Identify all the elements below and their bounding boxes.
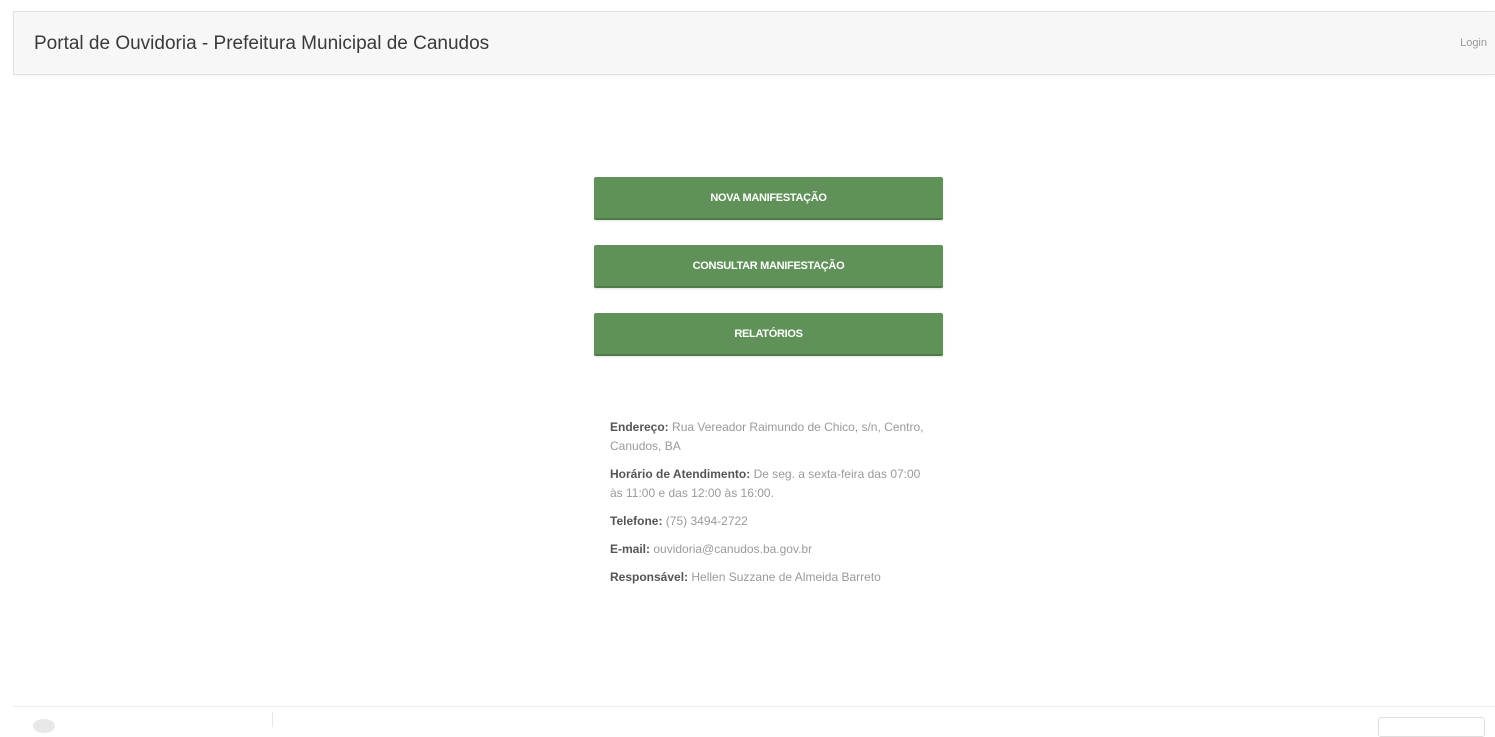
top-navbar: Portal de Ouvidoria - Prefeitura Municip… <box>13 11 1495 75</box>
responsavel-label: Responsável: <box>610 570 689 584</box>
login-link[interactable]: Login <box>1460 37 1487 49</box>
horario-line: Horário de Atendimento: De seg. a sexta-… <box>610 465 930 503</box>
footer-logo-icon <box>33 719 55 733</box>
endereco-label: Endereço: <box>610 420 669 434</box>
consultar-manifestacao-button[interactable]: CONSULTAR MANIFESTAÇÃO <box>594 245 943 288</box>
email-label: E-mail: <box>610 542 651 556</box>
telefone-label: Telefone: <box>610 514 663 528</box>
navbar-brand[interactable]: Portal de Ouvidoria - Prefeitura Municip… <box>34 33 489 55</box>
footer-widget[interactable] <box>1378 717 1485 737</box>
horario-label: Horário de Atendimento: <box>610 467 751 481</box>
responsavel-line: Responsável: Hellen Suzzane de Almeida B… <box>610 568 930 587</box>
contact-info: Endereço: Rua Vereador Raimundo de Chico… <box>610 418 930 596</box>
email-value[interactable]: ouvidoria@canudos.ba.gov.br <box>653 542 812 556</box>
nova-manifestacao-button[interactable]: NOVA MANIFESTAÇÃO <box>594 177 943 220</box>
relatorios-button[interactable]: RELATÓRIOS <box>594 313 943 356</box>
footer-separator <box>272 712 273 727</box>
responsavel-value: Hellen Suzzane de Almeida Barreto <box>691 570 881 584</box>
endereco-line: Endereço: Rua Vereador Raimundo de Chico… <box>610 418 930 456</box>
footer-divider-line <box>13 706 1495 707</box>
email-line: E-mail: ouvidoria@canudos.ba.gov.br <box>610 540 930 559</box>
telefone-value: (75) 3494-2722 <box>665 514 748 528</box>
telefone-line: Telefone: (75) 3494-2722 <box>610 512 930 531</box>
